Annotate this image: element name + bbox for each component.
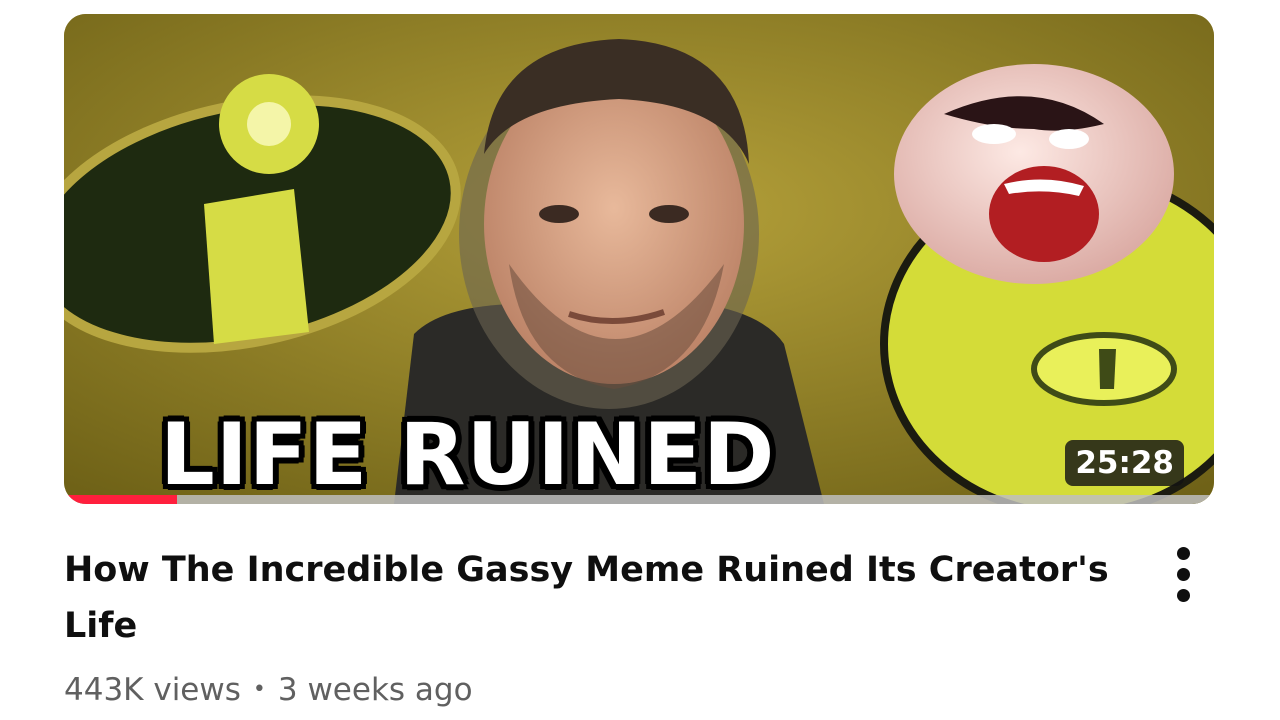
video-card: LIFE RUINED 25:28 How The Incredible Gas…: [0, 0, 1280, 720]
watch-progress-bar: [64, 495, 1214, 504]
upload-age: 3 weeks ago: [277, 672, 473, 708]
video-title[interactable]: How The Incredible Gassy Meme Ruined Its…: [64, 542, 1124, 654]
thumbnail-caption: LIFE RUINED: [160, 405, 776, 504]
view-count: 443K views: [64, 672, 241, 708]
video-thumbnail[interactable]: LIFE RUINED 25:28: [64, 14, 1214, 504]
duration-badge: 25:28: [1065, 440, 1184, 487]
meta-separator: •: [252, 677, 266, 702]
more-vert-icon[interactable]: [1162, 545, 1206, 605]
watch-progress-fill: [64, 495, 177, 504]
video-metadata: 443K views • 3 weeks ago: [64, 672, 473, 709]
